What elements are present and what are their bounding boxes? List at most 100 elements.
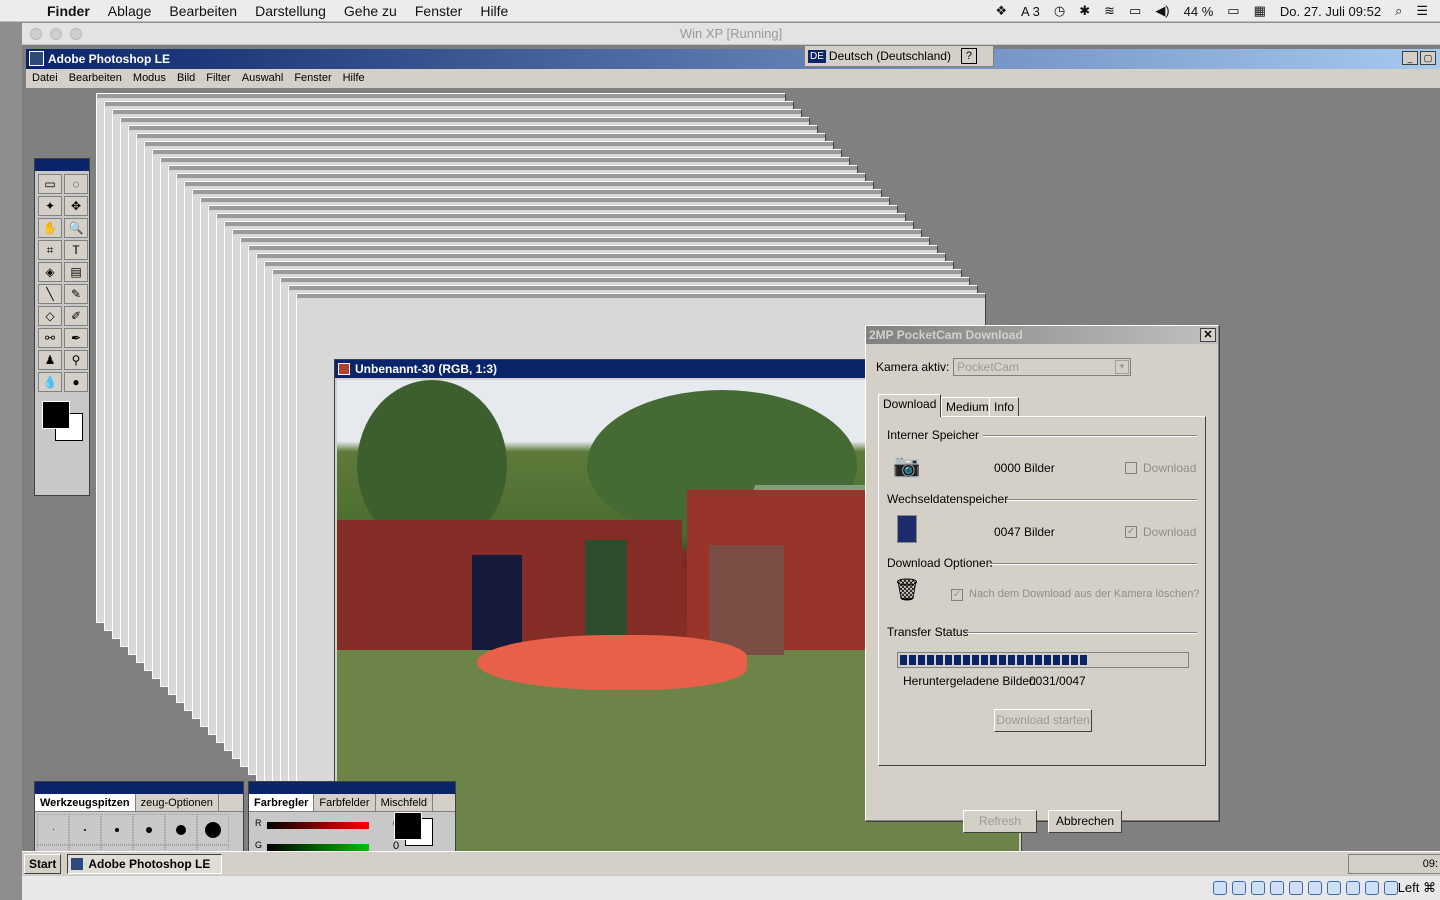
display-icon[interactable] [1289, 881, 1303, 895]
calendar-icon[interactable]: ▦ [1254, 3, 1266, 19]
notification-center-icon[interactable]: ☰ [1416, 3, 1428, 19]
mac-menu-gehe-zu[interactable]: Gehe zu [335, 3, 406, 19]
menu-datei[interactable]: Datei [26, 69, 63, 88]
tab-farbfelder[interactable]: Farbfelder [314, 794, 376, 811]
language-bar[interactable]: DE Deutsch (Deutschland) ? [804, 45, 994, 67]
cancel-button[interactable]: Abbrechen [1048, 810, 1122, 833]
brush-preset[interactable] [37, 814, 69, 845]
airplay-icon[interactable]: ▭ [1129, 3, 1141, 19]
camera-select[interactable]: PocketCam ▼ [953, 358, 1131, 376]
menu-modus[interactable]: Modus [127, 69, 171, 88]
refresh-button[interactable]: Refresh [963, 810, 1037, 833]
brushes-palette-titlebar[interactable] [35, 782, 243, 794]
mac-menu-fenster[interactable]: Fenster [406, 3, 471, 19]
usb-icon[interactable] [1251, 881, 1265, 895]
tab-werkzeugspitzen[interactable]: Werkzeugspitzen [35, 794, 136, 811]
tool-button[interactable]: ◌ [64, 174, 88, 194]
wifi-icon[interactable]: ≋ [1104, 3, 1115, 19]
time-machine-icon[interactable]: ◷ [1054, 3, 1065, 19]
brush-preset[interactable] [101, 814, 133, 845]
menu-fenster[interactable]: Fenster [288, 69, 336, 88]
datetime[interactable]: Do. 27. Juli 09:52 [1280, 4, 1381, 19]
brush-preset[interactable] [197, 814, 229, 845]
menu-bearbeiten[interactable]: Bearbeiten [63, 69, 127, 88]
menu-hilfe[interactable]: Hilfe [337, 69, 370, 88]
divider [1006, 499, 1197, 501]
volume-icon[interactable]: ◀) [1155, 3, 1169, 19]
mac-menu-darstellung[interactable]: Darstellung [246, 3, 335, 19]
cpu-icon[interactable] [1346, 881, 1360, 895]
mac-menu-ablage[interactable]: Ablage [99, 3, 161, 19]
foreground-color-chip[interactable] [394, 812, 422, 840]
tool-button[interactable]: ✥ [64, 196, 88, 216]
minimize-button[interactable]: _ [1402, 51, 1418, 65]
mac-menu-finder[interactable]: Finder [38, 3, 99, 19]
tool-button[interactable]: ♟ [38, 350, 62, 370]
menu-filter[interactable]: Filter [200, 69, 235, 88]
tool-button[interactable]: ⚯ [38, 328, 62, 348]
tool-button[interactable]: ✐ [64, 306, 88, 326]
chevron-down-icon[interactable]: ▼ [1115, 360, 1129, 374]
download-icon[interactable] [1384, 881, 1398, 895]
tab-farbregler[interactable]: Farbregler [249, 794, 315, 811]
tool-button[interactable]: 🔍 [64, 218, 88, 238]
menu-bild[interactable]: Bild [171, 69, 200, 88]
close-light[interactable] [30, 28, 42, 40]
tray-clock[interactable]: 09: [1423, 858, 1438, 870]
spotlight-icon[interactable]: ⌕ [1395, 3, 1402, 19]
tool-button[interactable]: ◇ [38, 306, 62, 326]
brush-preset[interactable] [69, 814, 101, 845]
tab-mischfeld[interactable]: Mischfeld [376, 794, 434, 811]
tab-info[interactable]: Info [989, 397, 1020, 417]
help-icon[interactable]: ? [960, 48, 977, 64]
tool-button[interactable]: ✦ [38, 196, 62, 216]
internal-storage-label: Interner Speicher [887, 428, 980, 442]
start-button[interactable]: Start [24, 853, 62, 874]
brush-preset[interactable] [133, 814, 165, 845]
dropbox-icon[interactable]: ❖ [995, 3, 1007, 19]
bluetooth-icon[interactable]: ✱ [1079, 3, 1090, 19]
hdd-icon[interactable] [1213, 881, 1227, 895]
tool-button[interactable]: ● [64, 372, 88, 392]
tool-button[interactable]: ⚲ [64, 350, 88, 370]
dialog-titlebar[interactable]: 2MP PocketCam Download ✕ [866, 326, 1218, 344]
brush-preset[interactable] [165, 814, 197, 845]
tool-button[interactable]: ✒ [64, 328, 88, 348]
tool-button[interactable]: ✎ [64, 284, 88, 304]
recording-icon[interactable] [1327, 881, 1341, 895]
optical-drive-icon[interactable] [1232, 881, 1246, 895]
taskbar-photoshop[interactable]: Adobe Photoshop LE [67, 853, 223, 874]
channel-slider[interactable] [267, 822, 369, 829]
mac-menu-hilfe[interactable]: Hilfe [471, 3, 517, 19]
toolbox-titlebar[interactable] [35, 159, 89, 171]
tool-button[interactable]: ✋ [38, 218, 62, 238]
zoom-light[interactable] [70, 28, 82, 40]
tool-button[interactable]: T [64, 240, 88, 260]
battery-percent[interactable]: 44 % [1184, 4, 1214, 19]
minimize-light[interactable] [50, 28, 62, 40]
delete-after-download-checkbox[interactable]: ✓ [951, 589, 963, 601]
close-icon[interactable]: ✕ [1200, 328, 1216, 342]
notification-count[interactable]: A 3 [1021, 4, 1040, 19]
channel-slider[interactable] [267, 844, 369, 851]
removable-download-checkbox[interactable]: ✓ [1125, 526, 1137, 538]
network-icon[interactable] [1308, 881, 1322, 895]
tool-button[interactable]: ⌗ [38, 240, 62, 260]
tab-werkzeug-optionen[interactable]: zeug-Optionen [136, 794, 219, 811]
tool-button[interactable]: ▤ [64, 262, 88, 282]
tab-download[interactable]: Download [878, 394, 942, 417]
menu-auswahl[interactable]: Auswahl [236, 69, 289, 88]
maximize-button[interactable]: ▢ [1420, 51, 1436, 65]
tab-medium[interactable]: Medium [941, 397, 994, 417]
mouse-integration-icon[interactable] [1365, 881, 1379, 895]
tool-button[interactable]: 💧 [38, 372, 62, 392]
color-palette-titlebar[interactable] [249, 782, 455, 794]
tool-button[interactable]: ◈ [38, 262, 62, 282]
tool-button[interactable]: ╲ [38, 284, 62, 304]
internal-download-checkbox[interactable] [1125, 462, 1137, 474]
tool-button[interactable]: ▭ [38, 174, 62, 194]
foreground-color-swatch[interactable] [42, 401, 70, 429]
shared-folder-icon[interactable] [1270, 881, 1284, 895]
mac-menu-bearbeiten[interactable]: Bearbeiten [160, 3, 246, 19]
download-start-button[interactable]: Download starten [994, 709, 1092, 732]
